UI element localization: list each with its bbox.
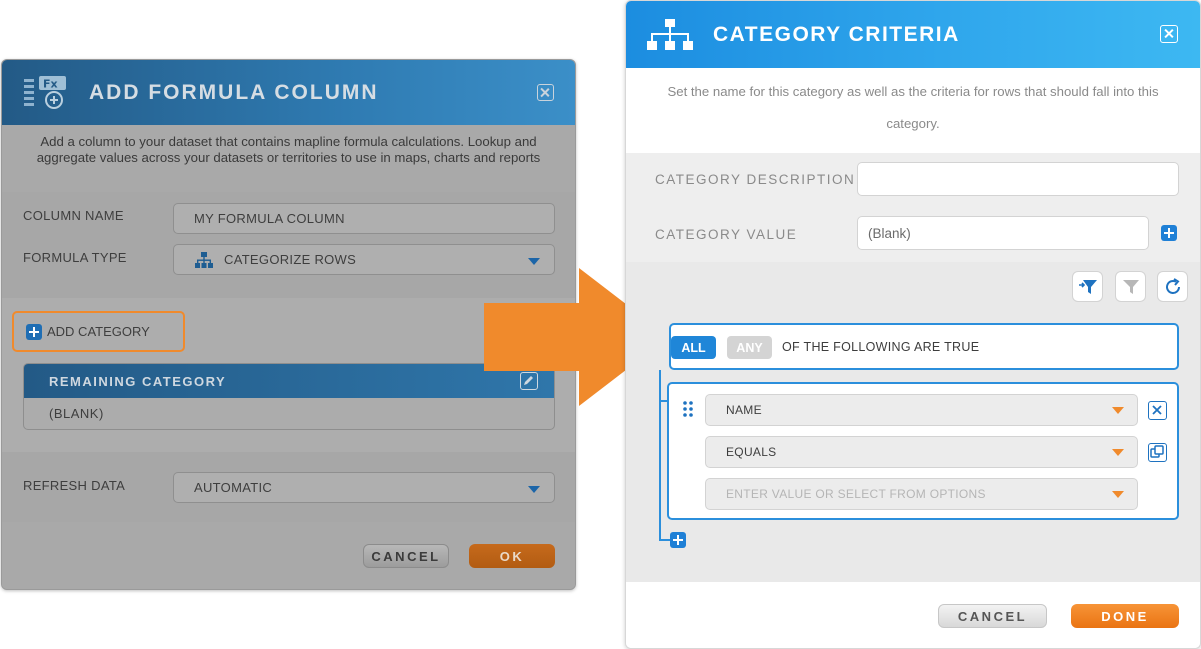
hierarchy-icon (647, 19, 693, 50)
filter-icon (1123, 280, 1139, 294)
rule-card: NAME EQUALS ENTER VALUE OR SELECT FROM O… (667, 382, 1179, 520)
formula-type-label: FORMULA TYPE (23, 250, 127, 265)
column-name-label: COLUMN NAME (23, 208, 124, 223)
criteria-section: ALL ANY OF THE FOLLOWING ARE TRUE NAME E… (626, 262, 1200, 582)
dialog-footer: CANCEL DONE (626, 582, 1200, 648)
add-category-label: ADD CATEGORY (47, 324, 150, 339)
operator-value: EQUALS (726, 445, 777, 459)
cancel-button[interactable]: CANCEL (938, 604, 1047, 628)
remaining-category-card: REMAINING CATEGORY (BLANK) (23, 363, 555, 430)
category-description-input[interactable] (857, 162, 1179, 196)
category-criteria-dialog: CATEGORY CRITERIA Set the name for this … (625, 0, 1201, 649)
category-value-input[interactable]: (Blank) (857, 216, 1149, 250)
refresh-button[interactable] (1157, 271, 1188, 302)
operator-select[interactable]: EQUALS (705, 436, 1138, 468)
done-button[interactable]: DONE (1071, 604, 1179, 628)
ok-button[interactable]: OK (469, 544, 555, 568)
filter-add-icon (1079, 280, 1097, 294)
duplicate-icon[interactable] (1148, 443, 1167, 462)
value-placeholder: ENTER VALUE OR SELECT FROM OPTIONS (726, 487, 986, 501)
hierarchy-icon (195, 251, 213, 268)
drag-handle-icon[interactable] (683, 401, 693, 417)
all-toggle[interactable]: ALL (671, 336, 716, 359)
dialog-title: ADD FORMULA COLUMN (89, 81, 379, 104)
remaining-category-title: REMAINING CATEGORY (49, 374, 227, 389)
column-name-value: MY FORMULA COLUMN (194, 211, 345, 226)
category-value-value: (Blank) (868, 225, 911, 241)
refresh-icon (1166, 278, 1180, 294)
add-value-button[interactable] (1161, 225, 1177, 241)
cancel-button[interactable]: CANCEL (363, 544, 449, 568)
close-icon[interactable] (537, 84, 554, 101)
dialog-footer: CANCEL OK (2, 522, 575, 589)
refresh-section: REFRESH DATA AUTOMATIC (2, 452, 575, 522)
field-value: NAME (726, 403, 762, 417)
formula-fx-icon: Fx (24, 76, 66, 109)
refresh-data-value: AUTOMATIC (194, 480, 273, 495)
chevron-down-icon (1112, 491, 1124, 498)
remaining-category-header: REMAINING CATEGORY (24, 364, 554, 398)
filter-add-button[interactable] (1072, 271, 1103, 302)
chevron-down-icon (528, 258, 540, 265)
category-form: CATEGORY DESCRIPTION CATEGORY VALUE (Bla… (626, 153, 1200, 262)
chevron-down-icon (1112, 407, 1124, 414)
dialog-description: Set the name for this category as well a… (626, 68, 1200, 153)
close-icon[interactable] (1160, 25, 1178, 43)
formula-type-value: CATEGORIZE ROWS (224, 252, 357, 267)
any-toggle[interactable]: ANY (727, 336, 772, 359)
chevron-down-icon (1112, 449, 1124, 456)
dialog-header: CATEGORY CRITERIA (626, 1, 1200, 68)
svg-text:Fx: Fx (43, 78, 58, 91)
column-name-input[interactable]: MY FORMULA COLUMN (173, 203, 555, 234)
match-mode-text: OF THE FOLLOWING ARE TRUE (782, 340, 980, 354)
plus-icon (26, 323, 42, 340)
field-select[interactable]: NAME (705, 394, 1138, 426)
tree-connector (659, 539, 670, 541)
filter-button[interactable] (1115, 271, 1146, 302)
dialog-title: CATEGORY CRITERIA (713, 23, 960, 46)
tree-connector (659, 370, 661, 540)
value-select[interactable]: ENTER VALUE OR SELECT FROM OPTIONS (705, 478, 1138, 510)
refresh-data-select[interactable]: AUTOMATIC (173, 472, 555, 503)
match-mode-bar: ALL ANY OF THE FOLLOWING ARE TRUE (669, 323, 1179, 370)
remove-icon[interactable] (1148, 401, 1167, 420)
category-description-label: CATEGORY DESCRIPTION (655, 172, 856, 187)
dialog-description: Add a column to your dataset that contai… (2, 125, 575, 192)
chevron-down-icon (528, 486, 540, 493)
remaining-category-value: (BLANK) (49, 406, 104, 421)
add-category-button[interactable]: ADD CATEGORY (12, 311, 185, 352)
refresh-data-label: REFRESH DATA (23, 478, 126, 493)
add-rule-button[interactable] (670, 532, 686, 548)
category-value-label: CATEGORY VALUE (655, 227, 798, 242)
dialog-header: Fx ADD FORMULA COLUMN (2, 60, 575, 125)
